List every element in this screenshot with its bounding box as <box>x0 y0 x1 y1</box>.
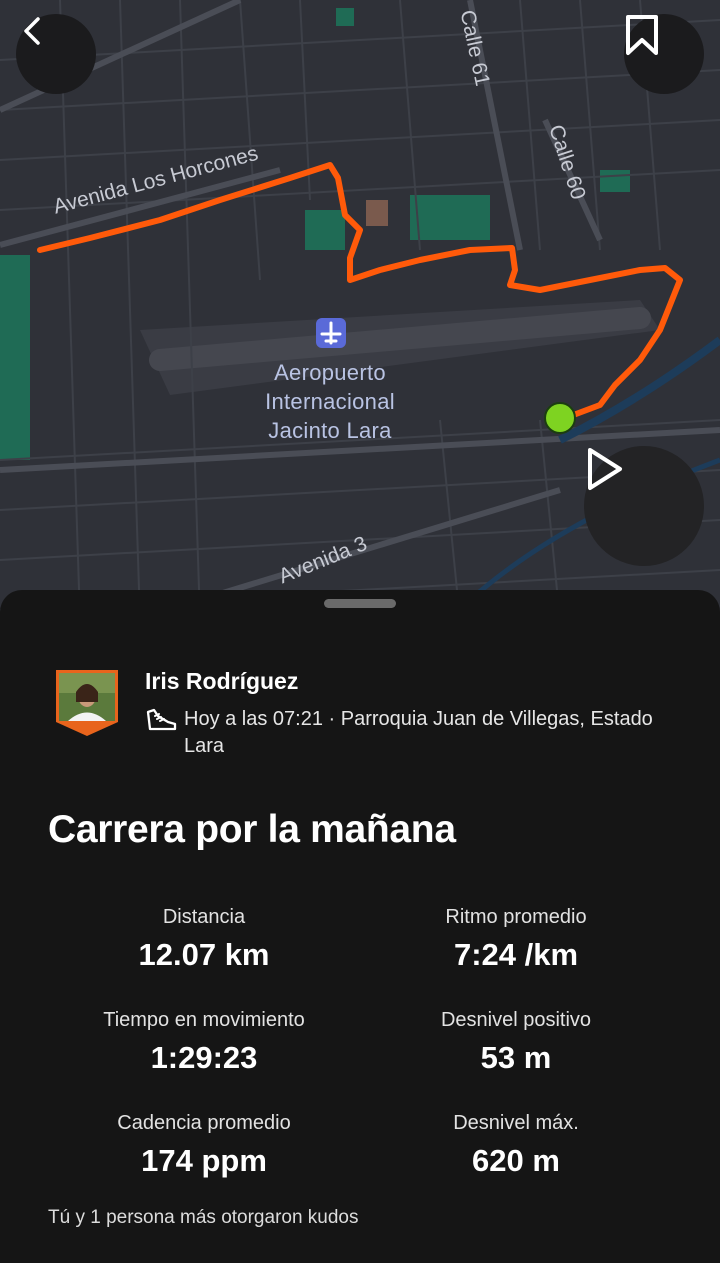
route-map[interactable]: Avenida Los Horcones Calle 61 Calle 60 A… <box>0 0 720 620</box>
bookmark-icon <box>626 15 658 55</box>
airport-label: Aeropuerto Internacional Jacinto Lara <box>240 358 420 445</box>
running-shoe-icon <box>144 706 178 739</box>
route-end-marker <box>544 402 576 434</box>
stat-distance: Distancia 12.07 km <box>44 906 364 973</box>
stat-label: Desnivel positivo <box>440 1009 592 1031</box>
park-area <box>336 8 354 26</box>
airport-label-line3: Jacinto Lara <box>268 418 392 443</box>
play-icon <box>588 448 622 490</box>
stat-label: Desnivel máx. <box>453 1112 579 1134</box>
chevron-left-icon <box>24 17 40 45</box>
airport-icon <box>316 318 346 348</box>
kudos-summary[interactable]: Tú y 1 persona más otorgaron kudos <box>48 1207 359 1229</box>
stat-cadence: Cadencia promedio 174 ppm <box>44 1112 364 1179</box>
avatar[interactable] <box>54 668 120 738</box>
activity-title: Carrera por la mañana <box>48 808 456 851</box>
stat-value: 12.07 km <box>138 937 270 972</box>
park-area <box>410 195 490 240</box>
stat-label: Distancia <box>162 906 246 928</box>
stat-pace: Ritmo promedio 7:24 /km <box>356 906 676 973</box>
park-area <box>305 210 345 250</box>
park-area <box>0 255 30 460</box>
stat-moving-time: Tiempo en movimiento 1:29:23 <box>44 1009 364 1076</box>
airport-label-line2: Internacional <box>265 389 395 414</box>
stat-value: 620 m <box>472 1143 560 1178</box>
stat-value: 53 m <box>480 1040 552 1075</box>
park-area <box>600 170 630 192</box>
back-button[interactable] <box>16 14 96 94</box>
stat-max-elevation: Desnivel máx. 620 m <box>356 1112 676 1179</box>
airport-label-line1: Aeropuerto <box>274 360 386 385</box>
stat-label: Cadencia promedio <box>117 1112 291 1134</box>
athlete-name[interactable]: Iris Rodríguez <box>145 668 298 695</box>
play-flyover-button[interactable] <box>584 446 704 566</box>
stat-value: 7:24 /km <box>453 937 579 972</box>
stat-elevation-gain: Desnivel positivo 53 m <box>356 1009 676 1076</box>
stat-value: 1:29:23 <box>150 1040 258 1075</box>
stat-value: 174 ppm <box>141 1143 267 1178</box>
stat-label: Tiempo en movimiento <box>103 1009 305 1031</box>
activity-meta: Hoy a las 07:21 · Parroquia Juan de Vill… <box>184 708 653 757</box>
sheet-drag-handle[interactable] <box>324 599 396 608</box>
activity-sheet: Iris Rodríguez Hoy a las 07:21 · Parroqu… <box>0 590 720 1263</box>
stat-label: Ritmo promedio <box>445 906 587 928</box>
bookmark-button[interactable] <box>624 14 704 94</box>
track-area <box>366 200 388 226</box>
